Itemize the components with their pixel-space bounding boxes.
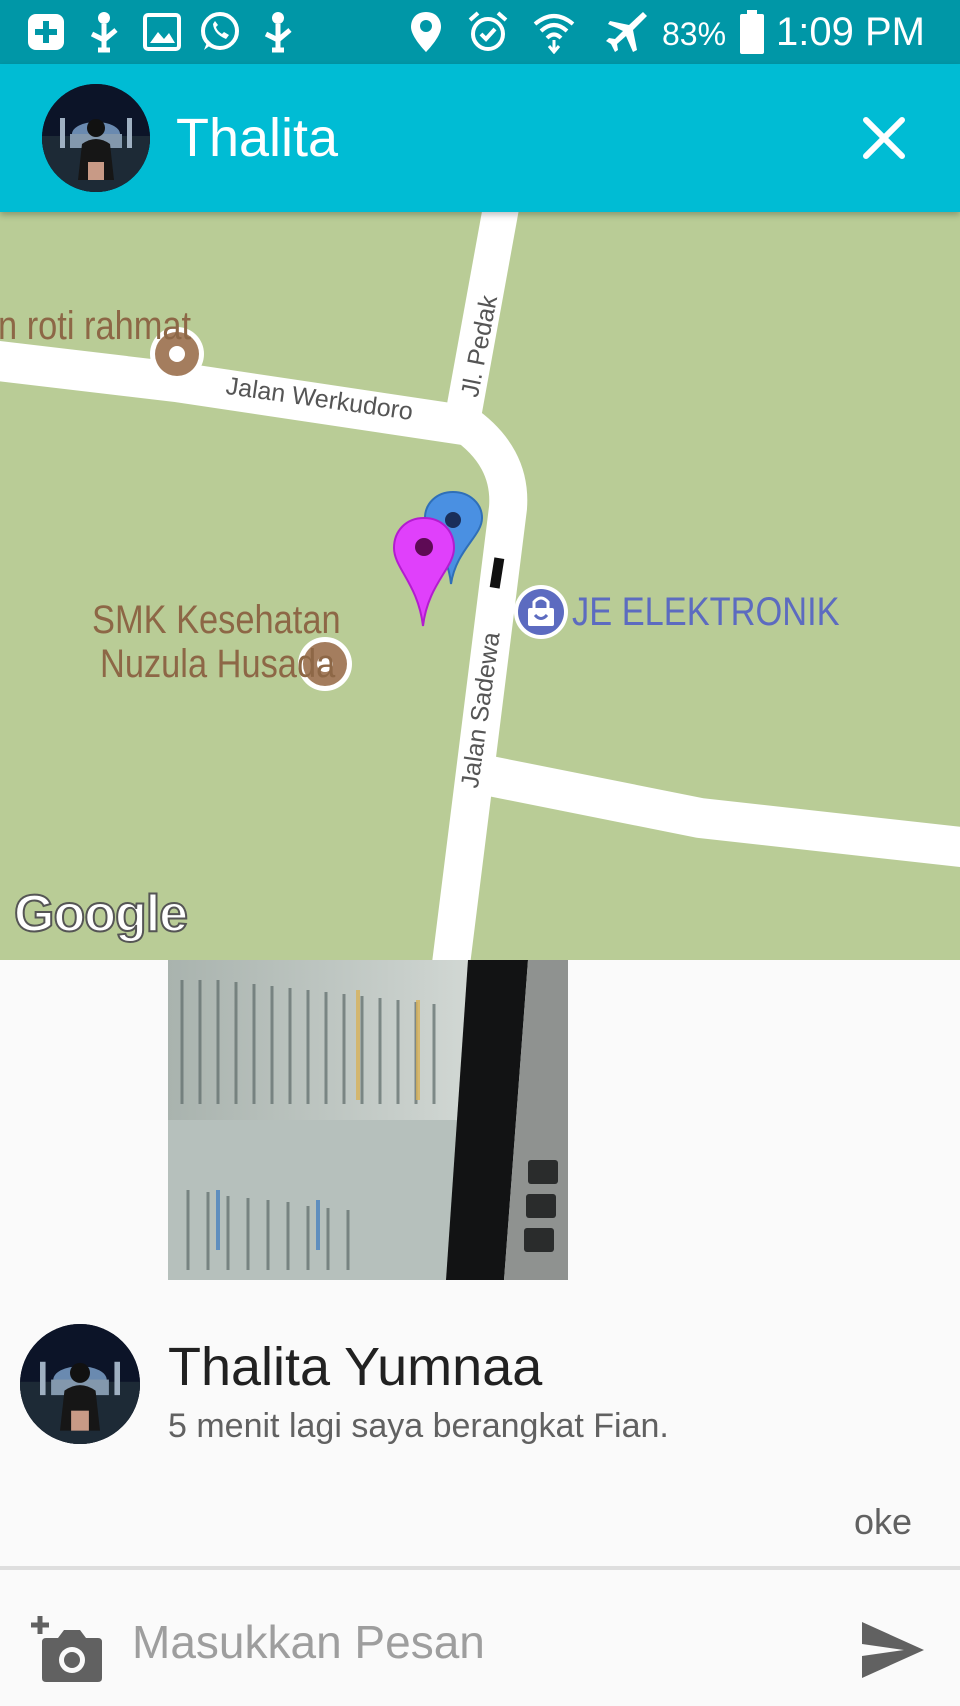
add-photo-button[interactable] <box>30 1614 104 1684</box>
location-icon <box>404 10 448 54</box>
sender-name: Thalita Yumnaa <box>168 1337 543 1397</box>
wifi-icon <box>532 10 576 54</box>
shopping-bag-icon[interactable] <box>514 585 568 639</box>
chat-message: Thalita Yumnaa 5 menit lagi saya berangk… <box>0 1312 960 1452</box>
send-button[interactable] <box>860 1620 926 1680</box>
status-bar: 83% 1:09 PM <box>0 0 960 64</box>
airplane-mode-icon <box>604 10 648 54</box>
message-composer <box>0 1566 960 1706</box>
usb-debug-icon <box>82 10 126 54</box>
outgoing-message: oke <box>853 1501 912 1542</box>
whatsapp-icon <box>198 10 242 54</box>
place-label: SMK Kesehatan <box>92 598 341 642</box>
battery-icon <box>730 10 774 54</box>
place-label: Nuzula Husada <box>100 642 336 686</box>
message-photo[interactable] <box>168 960 568 1280</box>
sender-avatar[interactable] <box>20 1324 140 1444</box>
add-box-icon <box>24 10 68 54</box>
close-button[interactable] <box>852 106 916 170</box>
place-label: n roti rahmat <box>0 304 192 348</box>
place-label: JE ELEKTRONIK <box>572 590 840 634</box>
contact-avatar[interactable] <box>42 84 150 192</box>
chat-title: Thalita <box>176 108 339 168</box>
alarm-icon <box>466 10 510 54</box>
message-text: 5 menit lagi saya berangkat Fian. <box>168 1407 669 1445</box>
send-icon <box>862 1622 924 1678</box>
message-input[interactable] <box>132 1600 822 1684</box>
google-logo: Google <box>13 884 189 944</box>
battery-percent: 83% <box>662 16 727 52</box>
close-icon <box>863 117 905 159</box>
app-bar: Thalita <box>0 64 960 212</box>
location-map[interactable]: n roti rahmat SMK Kesehatan Nuzula Husad… <box>0 212 960 960</box>
usb-debug-icon <box>256 10 300 54</box>
clock: 1:09 PM <box>776 10 925 54</box>
add-photo-icon <box>31 1616 102 1682</box>
image-icon <box>140 10 184 54</box>
